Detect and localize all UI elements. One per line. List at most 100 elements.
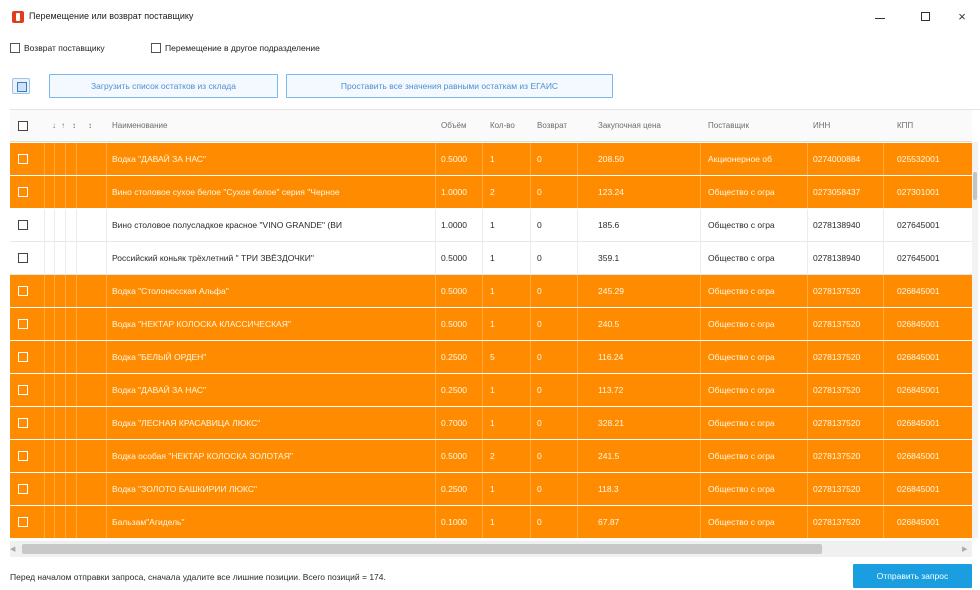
column-divider — [482, 341, 483, 373]
fill-egais-button[interactable]: Проставить все значения равными остаткам… — [286, 74, 613, 98]
row-checkbox[interactable] — [18, 484, 28, 494]
cell-return[interactable]: 0 — [537, 143, 577, 175]
row-checkbox[interactable] — [18, 517, 28, 527]
row-checkbox[interactable] — [18, 286, 28, 296]
column-divider — [106, 143, 107, 175]
column-divider — [106, 407, 107, 439]
row-checkbox[interactable] — [18, 319, 28, 329]
table-row[interactable]: Водка особая "НЕКТАР КОЛОСКА ЗОЛОТАЯ" 0.5… — [10, 440, 972, 473]
column-divider — [700, 176, 701, 208]
header-price[interactable]: Закупочная цена — [598, 110, 698, 141]
column-divider — [54, 275, 55, 307]
cell-price: 118.3 — [598, 484, 619, 494]
row-checkbox[interactable] — [18, 385, 28, 395]
table-row[interactable]: Вино столовое сухое белое "Сухое белое" … — [10, 176, 972, 209]
cell-quantity: 1 — [490, 319, 495, 329]
column-divider — [44, 143, 45, 175]
cell-return[interactable]: 0 — [537, 506, 577, 538]
table-row[interactable]: Водка "НЕКТАР КОЛОСКА КЛАССИЧЕСКАЯ" 0.500… — [10, 308, 972, 341]
cell-price: 240.5 — [598, 319, 620, 329]
header-quantity[interactable]: Кол-во — [490, 110, 528, 141]
export-excel-icon[interactable] — [12, 78, 30, 94]
row-checkbox[interactable] — [18, 187, 28, 197]
table-row[interactable]: Водка "ЗОЛОТО БАШКИРИИ ЛЮКС" 0.2500 1 0 118.… — [10, 473, 972, 506]
cell-return[interactable]: 0 — [537, 473, 577, 505]
cell-kpp: 026845001 — [897, 385, 940, 395]
column-divider — [807, 341, 808, 373]
column-divider — [435, 143, 436, 175]
row-checkbox[interactable] — [18, 253, 28, 263]
cell-name: Водка "ЛЕСНАЯ КРАСАВИЦА ЛЮКС" — [112, 418, 261, 428]
sort-icon[interactable]: ↓ — [52, 110, 60, 141]
cell-return[interactable]: 0 — [537, 275, 577, 307]
return-checkbox[interactable] — [10, 43, 20, 53]
table-row[interactable]: Водка "ДАВАЙ ЗА НАС" 0.5000 1 0 208.50 Акцион… — [10, 143, 972, 176]
app-icon — [12, 11, 24, 23]
cell-return[interactable]: 0 — [537, 242, 577, 274]
sort-icon[interactable]: ↕ — [72, 110, 80, 141]
header-inn[interactable]: ИНН — [813, 110, 873, 141]
cell-return[interactable]: 0 — [537, 209, 577, 241]
horizontal-scrollbar[interactable]: ◀ ▶ — [10, 541, 972, 557]
table-row[interactable]: Российский коньяк трёхлетний " ТРИ ЗВЁЗД… — [10, 242, 972, 275]
vertical-scroll-thumb[interactable] — [973, 172, 977, 200]
column-divider — [482, 473, 483, 505]
cell-inn: 0278138940 — [813, 220, 861, 230]
table-row[interactable]: Водка "ДАВАЙ ЗА НАС" 0.2500 1 0 113.72 Общест… — [10, 374, 972, 407]
row-checkbox[interactable] — [18, 220, 28, 230]
cell-return[interactable]: 0 — [537, 407, 577, 439]
header-volume[interactable]: Объём — [441, 110, 479, 141]
horizontal-scroll-thumb[interactable] — [22, 544, 822, 554]
table-row[interactable]: Водка "Столоносская Альфа" 0.5000 1 0 245.29… — [10, 275, 972, 308]
select-all-checkbox[interactable] — [18, 121, 28, 131]
column-divider — [807, 275, 808, 307]
column-divider — [883, 440, 884, 472]
row-checkbox[interactable] — [18, 418, 28, 428]
close-button[interactable]: × — [944, 6, 980, 28]
header-return[interactable]: Возврат — [537, 110, 577, 141]
column-divider — [807, 407, 808, 439]
minimize-button[interactable] — [862, 6, 898, 28]
cell-supplier: Общество с огра — [708, 418, 775, 428]
sort-icon[interactable]: ↕ — [88, 110, 96, 141]
cell-return[interactable]: 0 — [537, 176, 577, 208]
cell-name: Водка "ЗОЛОТО БАШКИРИИ ЛЮКС" — [112, 484, 258, 494]
load-stock-button[interactable]: Загрузить список остатков из склада — [49, 74, 278, 98]
cell-return[interactable]: 0 — [537, 308, 577, 340]
sort-icon[interactable]: ↑ — [61, 110, 69, 141]
minimize-icon — [875, 18, 885, 19]
scroll-right-icon[interactable]: ▶ — [962, 545, 967, 553]
cell-quantity: 1 — [490, 154, 495, 164]
table-row[interactable]: Водка "БЕЛЫЙ ОРДЕН" 0.2500 5 0 116.24 Обществ… — [10, 341, 972, 374]
scroll-left-icon[interactable]: ◀ — [10, 545, 15, 553]
column-divider — [44, 176, 45, 208]
cell-return[interactable]: 0 — [537, 341, 577, 373]
send-request-button[interactable]: Отправить запрос — [853, 564, 972, 588]
table-row[interactable]: Бальзам"Агидель" 0.1000 1 0 67.87 Общество с … — [10, 506, 972, 539]
column-divider — [883, 341, 884, 373]
column-divider — [807, 440, 808, 472]
cell-inn: 0274000884 — [813, 154, 861, 164]
cell-price: 359.1 — [598, 253, 620, 263]
maximize-button[interactable] — [908, 6, 944, 28]
header-kpp[interactable]: КПП — [897, 110, 967, 141]
transfer-checkbox[interactable] — [151, 43, 161, 53]
cell-return[interactable]: 0 — [537, 440, 577, 472]
column-divider — [577, 440, 578, 472]
column-divider — [482, 242, 483, 274]
column-divider — [435, 506, 436, 538]
cell-return[interactable]: 0 — [537, 374, 577, 406]
table-row[interactable]: Вино столовое полусладкое красное "VINO … — [10, 209, 972, 242]
header-name[interactable]: Наименование — [112, 110, 434, 141]
vertical-scrollbar[interactable] — [972, 142, 978, 538]
column-divider — [807, 176, 808, 208]
row-checkbox[interactable] — [18, 352, 28, 362]
table-row[interactable]: Водка "ЛЕСНАЯ КРАСАВИЦА ЛЮКС" 0.7000 1 0 328… — [10, 407, 972, 440]
column-divider — [482, 506, 483, 538]
header-supplier[interactable]: Поставщик — [708, 110, 806, 141]
row-checkbox[interactable] — [18, 154, 28, 164]
row-checkbox[interactable] — [18, 451, 28, 461]
column-divider — [54, 407, 55, 439]
column-divider — [883, 473, 884, 505]
cell-kpp: 027301001 — [897, 187, 940, 197]
